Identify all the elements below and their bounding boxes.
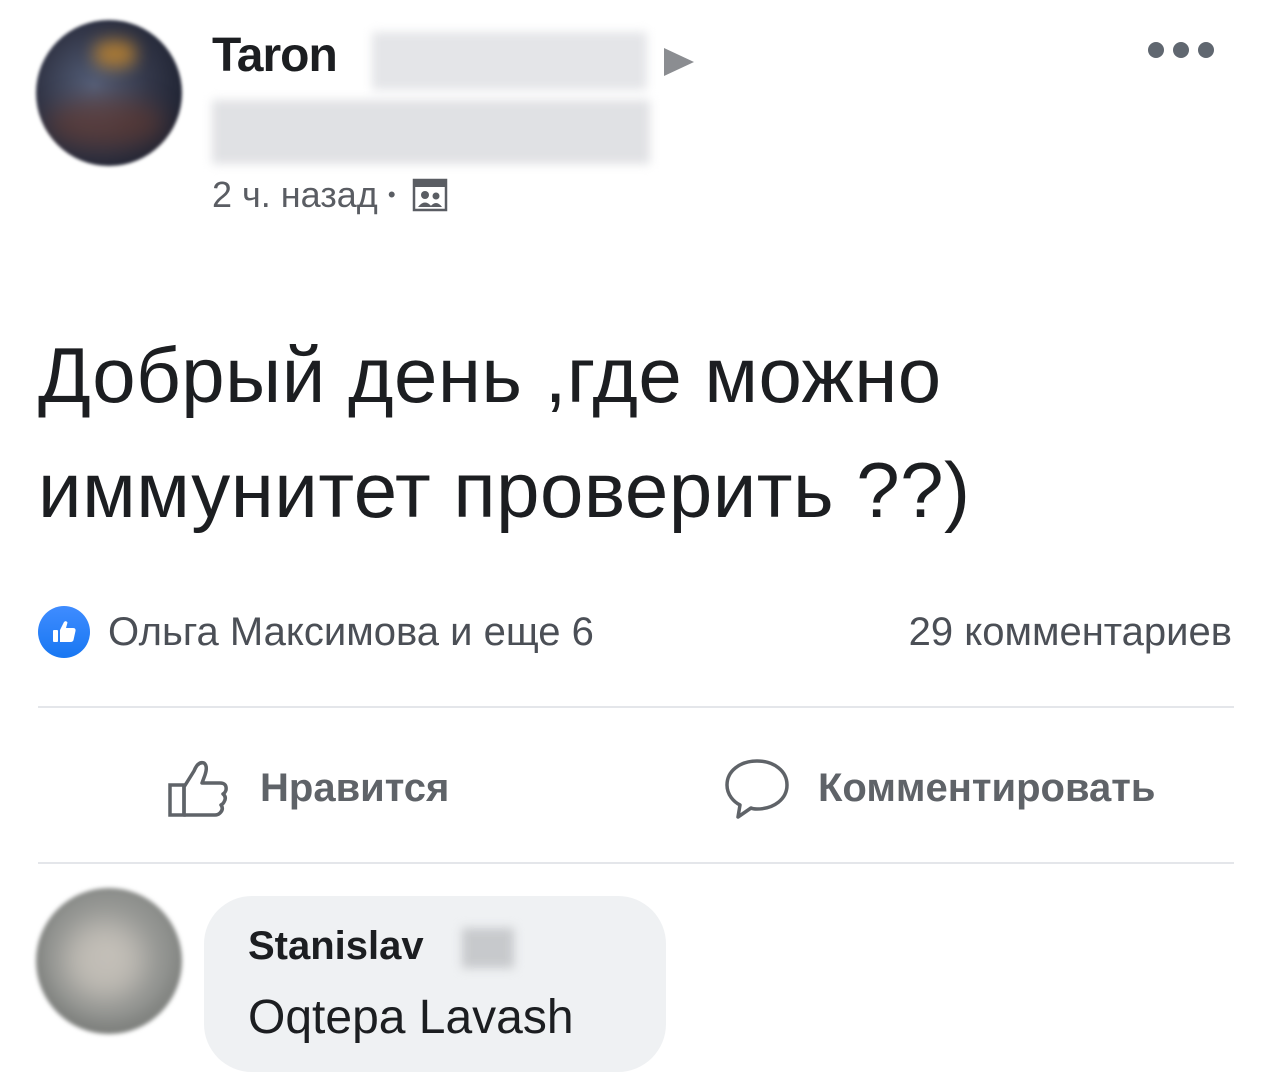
post-text-line: иммунитет проверить ??) bbox=[38, 446, 971, 534]
author-avatar[interactable] bbox=[36, 20, 182, 166]
dot bbox=[1198, 42, 1214, 58]
dot bbox=[1148, 42, 1164, 58]
like-button[interactable]: Нравится bbox=[164, 748, 449, 828]
dot bbox=[1173, 42, 1189, 58]
reactions-summary[interactable]: Ольга Максимова и еще 6 bbox=[108, 606, 594, 658]
comment-button-label: Комментировать bbox=[818, 765, 1156, 810]
divider bbox=[38, 706, 1234, 708]
thumbs-up-outline-icon bbox=[168, 760, 228, 817]
redacted-group-name bbox=[212, 100, 650, 164]
meta-separator: • bbox=[387, 182, 396, 207]
divider bbox=[38, 862, 1234, 864]
facebook-post: Taron 2 ч. назад • Добрый день ,где можн… bbox=[0, 0, 1272, 1080]
like-button-label: Нравится bbox=[260, 765, 450, 810]
arrow-right-icon bbox=[664, 48, 694, 76]
thumbs-up-glyph bbox=[53, 621, 76, 642]
post-text-line: Добрый день ,где можно bbox=[38, 331, 942, 419]
comments-count[interactable]: 29 комментариев bbox=[909, 606, 1232, 658]
more-dots-icon[interactable] bbox=[1148, 40, 1214, 60]
redacted-author-lastname bbox=[372, 32, 647, 90]
post-meta: 2 ч. назад • bbox=[212, 174, 448, 216]
post-timestamp[interactable]: 2 ч. назад bbox=[212, 174, 378, 216]
redacted-commenter-lastname bbox=[462, 928, 514, 968]
author-name[interactable]: Taron bbox=[212, 28, 338, 83]
speech-bubble-icon bbox=[725, 759, 789, 819]
comment-author-name[interactable]: Stanislav bbox=[248, 924, 424, 969]
thumbs-up-icon[interactable] bbox=[38, 606, 90, 658]
comment-button[interactable]: Комментировать bbox=[722, 748, 1155, 828]
group-audience-icon bbox=[412, 178, 447, 212]
post-text: Добрый день ,где можно иммунитет провери… bbox=[38, 318, 1218, 548]
commenter-avatar[interactable] bbox=[36, 888, 182, 1034]
comment-bubble: Stanislav Oqtepa Lavash bbox=[204, 896, 666, 1072]
comment-text: Oqtepa Lavash bbox=[248, 991, 574, 1044]
